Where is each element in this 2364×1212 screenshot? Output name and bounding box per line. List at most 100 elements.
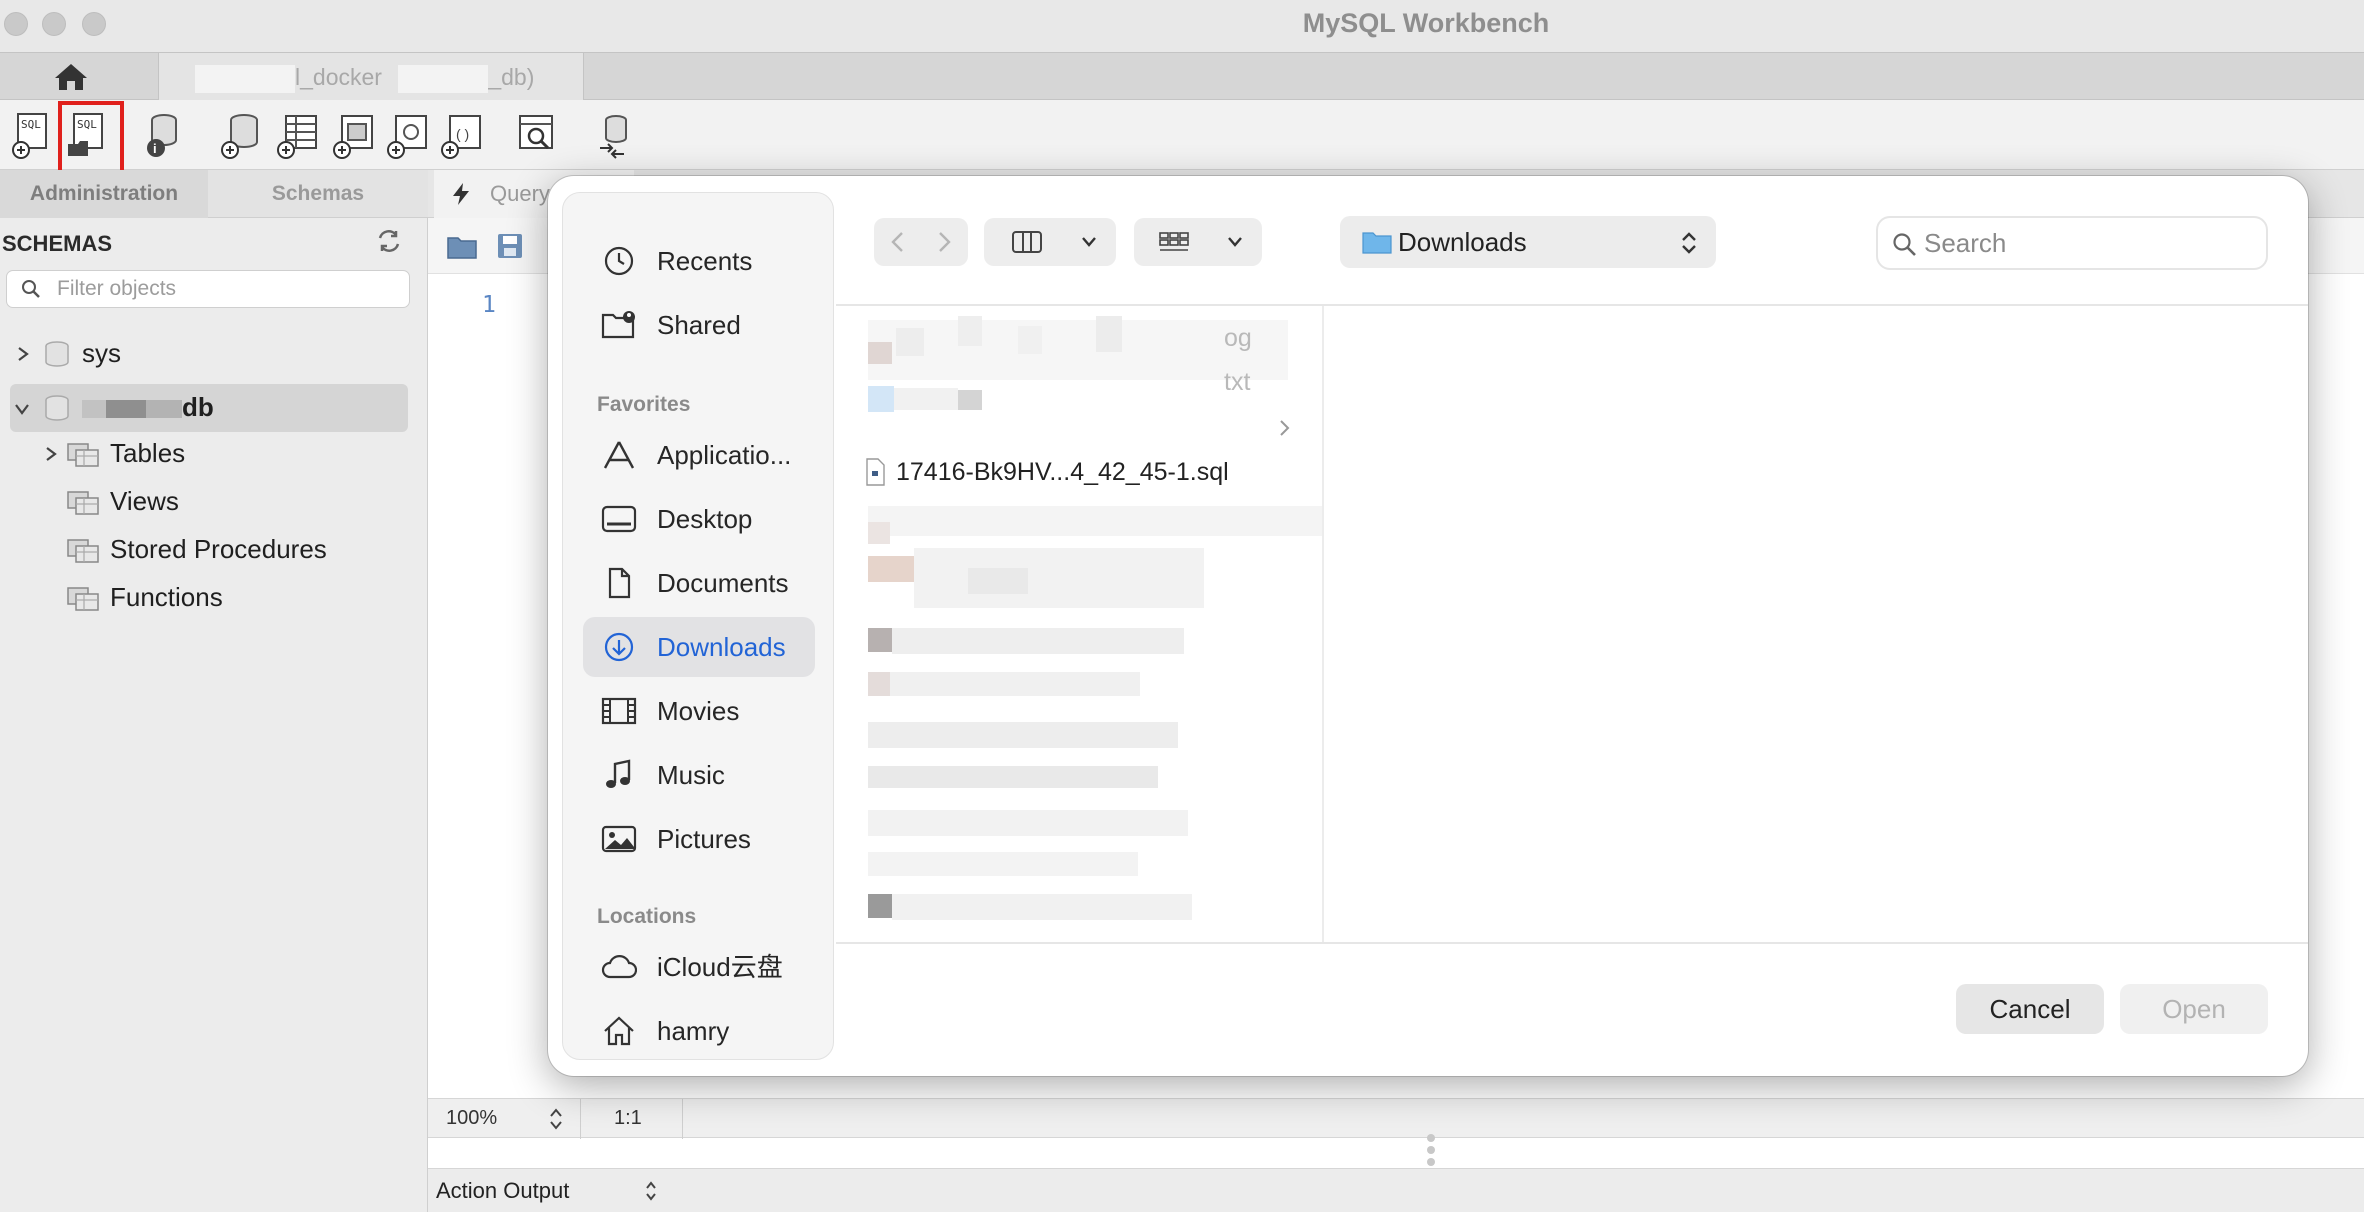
stepper-icon[interactable] xyxy=(644,1179,658,1203)
sidebar-item-recents[interactable]: Recents xyxy=(583,231,815,291)
create-schema-icon[interactable] xyxy=(218,110,264,160)
search-table-data-icon[interactable] xyxy=(514,110,560,160)
film-icon xyxy=(601,697,637,725)
divider xyxy=(682,1099,683,1139)
splitter-handle-icon[interactable] xyxy=(1424,1132,1438,1168)
database-icon xyxy=(45,341,69,367)
refresh-icon[interactable] xyxy=(376,228,402,254)
redacted-block xyxy=(868,628,892,652)
tree-item-stored-procedures[interactable]: Stored Procedures xyxy=(0,526,428,572)
house-icon xyxy=(604,1016,634,1046)
redacted-block xyxy=(1096,316,1122,352)
create-procedure-icon[interactable] xyxy=(384,110,430,160)
cancel-button[interactable]: Cancel xyxy=(1956,984,2104,1034)
filter-objects-field[interactable] xyxy=(6,270,410,308)
main-toolbar: SQL SQL i ( ) xyxy=(0,100,2364,178)
sidebar-item-music[interactable]: Music xyxy=(583,745,815,805)
location-popup[interactable]: Downloads xyxy=(1340,216,1716,268)
tab-schemas[interactable]: Schemas xyxy=(208,170,428,218)
view-mode-button[interactable] xyxy=(984,218,1116,266)
dialog-search-input[interactable] xyxy=(1924,228,2244,258)
line-number: 1 xyxy=(482,292,496,318)
sidebar-item-shared[interactable]: Shared xyxy=(583,295,815,355)
tree-item-label: Views xyxy=(110,486,179,516)
editor-status-bar: 100% 1:1 xyxy=(428,1098,2364,1139)
svg-text:i: i xyxy=(153,141,157,156)
sidebar-item-label: Recents xyxy=(657,246,753,276)
divider xyxy=(836,304,2308,306)
redacted-block xyxy=(868,522,890,544)
downloads-folder-icon xyxy=(1362,232,1392,254)
connection-tab-label: l_docker xyxy=(295,64,382,90)
open-sql-script-icon[interactable]: SQL xyxy=(66,110,112,160)
grid-view-icon xyxy=(1159,232,1189,251)
schema-inspector-icon[interactable]: i xyxy=(140,110,186,160)
sidebar-item-pictures[interactable]: Pictures xyxy=(583,809,815,869)
cursor-position: 1:1 xyxy=(614,1107,642,1129)
svg-text:( ): ( ) xyxy=(456,126,469,142)
music-note-icon xyxy=(606,759,631,788)
filter-objects-input[interactable] xyxy=(57,275,397,303)
file-name-partial[interactable]: txt xyxy=(1224,368,1250,397)
favorites-header: Favorites xyxy=(597,393,691,416)
tree-item-label: sys xyxy=(82,338,121,368)
lightning-icon xyxy=(453,183,469,205)
file-name-partial[interactable]: og xyxy=(1224,324,1252,353)
redacted-block xyxy=(868,810,1188,836)
column-divider[interactable] xyxy=(1322,306,1324,942)
redacted-block xyxy=(894,388,958,410)
redacted-block xyxy=(892,894,1192,920)
tab-query-label: Query xyxy=(490,181,550,206)
zoom-level[interactable]: 100% xyxy=(446,1107,497,1130)
sidebar-item-label: Shared xyxy=(657,310,741,340)
sidebar-item-home[interactable]: hamry xyxy=(583,1001,815,1061)
sidebar-item-label: Pictures xyxy=(657,824,751,854)
sidebar-item-icloud[interactable]: iCloud云盘 xyxy=(583,937,815,997)
connection-tab[interactable]: l_docker _db) xyxy=(158,53,584,101)
redacted-block xyxy=(868,672,890,696)
sidebar-item-downloads[interactable]: Downloads xyxy=(583,617,815,677)
sidebar-item-documents[interactable]: Documents xyxy=(583,553,815,613)
redacted-block xyxy=(1018,326,1042,354)
tree-item-label: Tables xyxy=(110,438,186,468)
sidebar-item-movies[interactable]: Movies xyxy=(583,681,815,741)
sidebar-tabs: Administration Schemas xyxy=(0,170,428,218)
window-title: MySQL Workbench xyxy=(1302,8,1550,38)
tab-strip: l_docker _db) xyxy=(0,52,2364,101)
chevron-right-icon[interactable] xyxy=(44,446,58,462)
sidebar-item-label: Applicatio... xyxy=(657,440,792,470)
tree-item-tables[interactable]: Tables xyxy=(0,430,428,476)
column-view-icon xyxy=(1012,231,1042,253)
forward-icon[interactable] xyxy=(934,230,954,254)
stepper-icon[interactable] xyxy=(548,1107,564,1131)
connection-tab-suffix: _db) xyxy=(488,64,535,90)
dialog-search-field[interactable] xyxy=(1876,216,2268,270)
divider xyxy=(836,942,2308,944)
create-table-icon[interactable] xyxy=(274,110,320,160)
sidebar-item-desktop[interactable]: Desktop xyxy=(583,489,815,549)
chevron-down-icon[interactable] xyxy=(14,402,30,416)
chevron-right-icon[interactable] xyxy=(16,346,30,362)
redacted-block xyxy=(868,386,894,412)
clock-icon xyxy=(604,246,634,276)
tab-administration[interactable]: Administration xyxy=(0,170,208,218)
create-function-icon[interactable]: ( ) xyxy=(438,110,484,160)
new-sql-tab-icon[interactable]: SQL xyxy=(10,110,56,160)
save-icon[interactable] xyxy=(496,232,524,260)
sidebar-item-applications[interactable]: Applicatio... xyxy=(583,425,815,485)
tree-item-views[interactable]: Views xyxy=(0,478,428,524)
redacted-block xyxy=(398,64,489,93)
home-icon[interactable] xyxy=(52,62,90,92)
tree-item-label: Functions xyxy=(110,582,223,612)
tree-item-functions[interactable]: Functions xyxy=(0,574,428,620)
group-by-button[interactable] xyxy=(1134,218,1262,266)
reconnect-icon[interactable] xyxy=(592,110,638,160)
redacted-block xyxy=(958,316,982,346)
output-selector[interactable]: Action Output xyxy=(436,1178,569,1203)
create-view-icon[interactable] xyxy=(330,110,376,160)
open-button[interactable]: Open xyxy=(2120,984,2268,1034)
tree-item-sys[interactable]: sys xyxy=(0,330,428,376)
open-folder-icon[interactable] xyxy=(446,232,478,260)
tree-item-db[interactable]: db xyxy=(0,384,428,430)
back-icon[interactable] xyxy=(888,230,908,254)
